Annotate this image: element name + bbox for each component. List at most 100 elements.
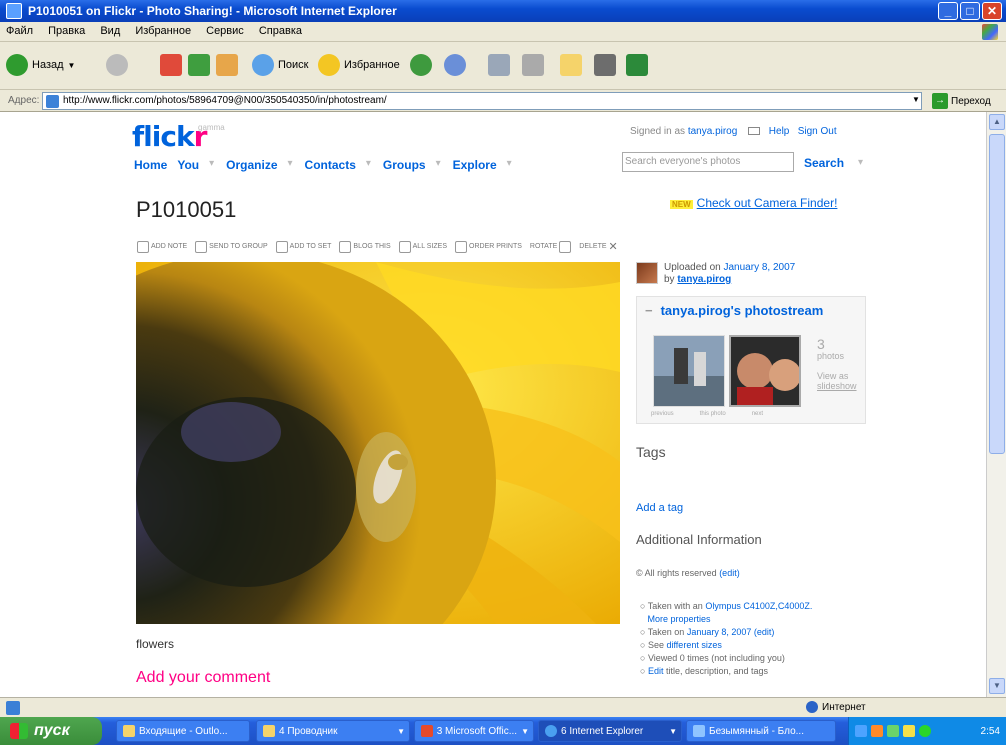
maximize-button[interactable]: □ — [960, 2, 980, 20]
thumb-label-next: next — [751, 411, 764, 417]
uploader-link[interactable]: tanya.pirog — [677, 274, 731, 285]
menu-help[interactable]: Справка — [253, 22, 308, 40]
vertical-scrollbar[interactable]: ▲ ▼ — [986, 112, 1006, 697]
mail-button[interactable] — [444, 50, 466, 80]
send-to-group-button[interactable]: SEND TO GROUP — [195, 240, 268, 253]
nav-explore-caret-icon[interactable]: ▾ — [507, 158, 512, 172]
order-prints-button[interactable]: ORDER PRINTS — [455, 240, 522, 253]
favorites-star-icon — [318, 54, 340, 76]
taken-on-date-link[interactable]: January 8, 2007 — [687, 627, 752, 637]
stop-button[interactable] — [160, 50, 182, 80]
media-icon — [594, 54, 616, 76]
rights-edit-link[interactable]: (edit) — [719, 568, 740, 578]
nav-organize-caret-icon[interactable]: ▾ — [288, 158, 293, 172]
minimize-button[interactable]: _ — [938, 2, 958, 20]
search-caret-icon[interactable]: ▾ — [858, 157, 863, 168]
home-icon — [216, 54, 238, 76]
history-button[interactable] — [410, 50, 432, 80]
print-button[interactable] — [488, 50, 510, 80]
tray-antivirus-icon[interactable] — [887, 725, 899, 737]
camera-link[interactable]: Olympus C4100Z,C4000Z. — [705, 601, 812, 611]
flickr-search-button[interactable]: Search — [804, 156, 844, 170]
tray-volume-icon[interactable] — [903, 725, 915, 737]
scrollbar-thumb[interactable] — [989, 134, 1005, 454]
flickr-logo[interactable]: flickr — [132, 120, 207, 153]
messenger-icon — [626, 54, 648, 76]
taken-edit-link[interactable]: (edit) — [754, 627, 775, 637]
sign-out-link[interactable]: Sign Out — [798, 126, 837, 137]
nav-contacts-caret-icon[interactable]: ▾ — [366, 158, 371, 172]
thumb-previous[interactable] — [653, 335, 725, 407]
clock[interactable]: 2:54 — [981, 726, 1000, 737]
mail-envelope-icon[interactable] — [748, 127, 761, 136]
task-outlook[interactable]: Входящие - Outlo... — [116, 720, 250, 742]
stop-icon — [160, 54, 182, 76]
thumb-current[interactable] — [729, 335, 801, 407]
all-sizes-button[interactable]: ALL SIZES — [398, 240, 447, 253]
address-dropdown-icon[interactable]: ▼ — [912, 95, 920, 104]
nav-organize[interactable]: Organize — [226, 158, 277, 172]
start-label: пуск — [34, 722, 70, 739]
avatar[interactable] — [636, 262, 658, 284]
nav-groups[interactable]: Groups — [383, 158, 426, 172]
search-button[interactable]: Поиск — [252, 50, 308, 80]
edit-link[interactable]: Edit — [648, 666, 664, 676]
menu-favorites[interactable]: Избранное — [129, 22, 197, 40]
nav-groups-caret-icon[interactable]: ▾ — [436, 158, 441, 172]
add-tag-link[interactable]: Add a tag — [636, 502, 683, 514]
username-link[interactable]: tanya.pirog — [688, 126, 737, 137]
menu-edit[interactable]: Правка — [42, 22, 91, 40]
messenger-button[interactable] — [626, 50, 648, 80]
blog-this-button[interactable]: BLOG THIS — [339, 240, 391, 253]
window-title-bar[interactable]: P1010051 on Flickr - Photo Sharing! - Mi… — [0, 0, 1006, 22]
rotate-button[interactable]: ROTATE — [530, 240, 572, 253]
task-explorer[interactable]: 4 Проводник ▼ — [256, 720, 410, 742]
scroll-down-icon[interactable]: ▼ — [989, 678, 1005, 694]
go-button[interactable]: → Переход — [932, 93, 991, 109]
menu-tools[interactable]: Сервис — [200, 22, 250, 40]
back-button[interactable]: Назад ▼ — [6, 50, 75, 80]
nav-you-caret-icon[interactable]: ▾ — [209, 158, 214, 172]
collapse-icon[interactable]: − — [645, 303, 653, 318]
tray-messenger-icon[interactable] — [919, 725, 931, 737]
photostream-header[interactable]: − tanya.pirog's photostream — [645, 303, 823, 318]
nav-contacts[interactable]: Contacts — [305, 158, 356, 172]
photos-word: photos — [817, 351, 845, 361]
nav-home[interactable]: Home — [134, 158, 167, 172]
refresh-button[interactable] — [188, 50, 210, 80]
nav-you[interactable]: You — [177, 158, 199, 172]
task-office[interactable]: 3 Microsoft Offic... ▼ — [414, 720, 534, 742]
task-ie[interactable]: 6 Internet Explorer ▼ — [538, 720, 682, 742]
folder-button[interactable] — [560, 50, 582, 80]
close-button[interactable]: ✕ — [982, 2, 1002, 20]
edit-button[interactable] — [522, 50, 544, 80]
scroll-up-icon[interactable]: ▲ — [989, 114, 1005, 130]
view-as-text[interactable]: View as — [817, 371, 848, 381]
address-input[interactable]: http://www.flickr.com/photos/58964709@N0… — [42, 92, 922, 110]
task-notepad[interactable]: Безымянный - Бло... — [686, 720, 836, 742]
favorites-button[interactable]: Избранное — [318, 50, 400, 80]
menu-file[interactable]: Файл — [0, 22, 39, 40]
start-button[interactable]: пуск — [0, 717, 102, 745]
media-button[interactable] — [594, 50, 616, 80]
order-prints-label: ORDER PRINTS — [469, 243, 522, 250]
forward-button[interactable] — [106, 50, 128, 80]
help-link[interactable]: Help — [769, 126, 790, 137]
camera-finder-link[interactable]: Check out Camera Finder! — [697, 196, 838, 210]
different-sizes-link[interactable]: different sizes — [666, 640, 721, 650]
menu-view[interactable]: Вид — [94, 22, 126, 40]
add-note-button[interactable]: ADD NOTE — [137, 240, 187, 253]
slideshow-link[interactable]: slideshow — [817, 381, 857, 391]
uploaded-date-link[interactable]: January 8, 2007 — [724, 262, 796, 273]
tray-app-icon[interactable] — [871, 725, 883, 737]
delete-button[interactable]: DELETE ✕ — [579, 240, 617, 253]
more-properties-link[interactable]: More properties — [648, 614, 711, 624]
home-button[interactable] — [216, 50, 238, 80]
favorites-label: Избранное — [344, 59, 400, 71]
nav-explore[interactable]: Explore — [453, 158, 497, 172]
prop-edit: ○ Edit title, description, and tags — [640, 666, 769, 676]
main-photo[interactable] — [136, 262, 620, 624]
tray-network-icon[interactable] — [855, 725, 867, 737]
add-to-set-button[interactable]: ADD TO SET — [275, 240, 331, 253]
search-input[interactable]: Search everyone's photos — [622, 152, 794, 172]
